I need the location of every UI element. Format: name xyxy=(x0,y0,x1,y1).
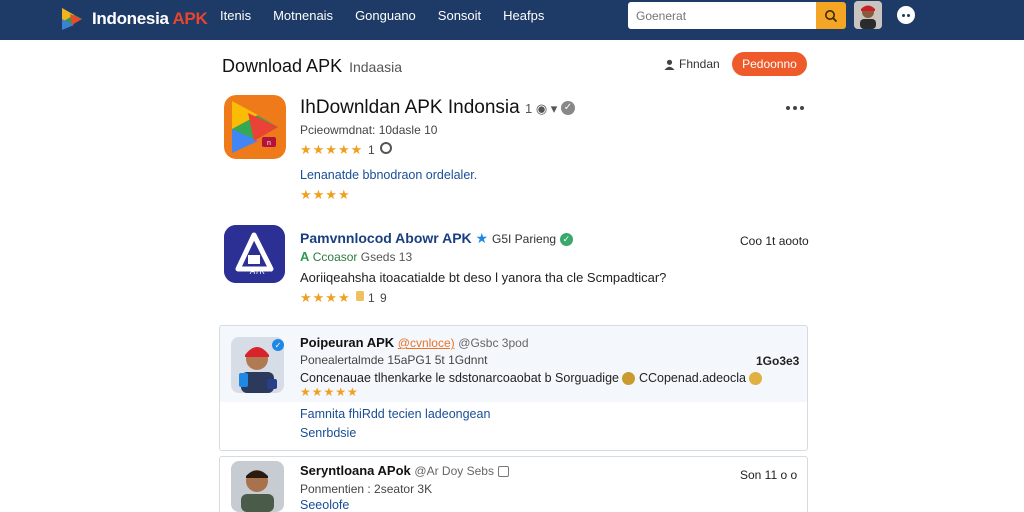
review1-link-2[interactable]: Senrbdsie xyxy=(300,426,356,440)
brand-suffix: APK xyxy=(172,9,208,28)
user-link-label: Fhndan xyxy=(679,57,720,71)
search-icon xyxy=(825,9,838,22)
review1-text-row: Concenauae tlhenkarke le sdstonarcoaobat… xyxy=(300,371,763,386)
emoji-icon xyxy=(622,372,636,386)
review1-header: Poipeuran APK @cvnloce) @Gsbc 3pod xyxy=(300,335,529,350)
app2-title-tail: G5I Parieng xyxy=(492,232,557,246)
app2-tag: A Ccoasor Gseds 13 xyxy=(300,249,412,264)
app1-link[interactable]: Lenanatde bbnodraon ordelaler. xyxy=(300,168,477,182)
search-button[interactable] xyxy=(816,2,846,29)
top-navbar: Indonesia APK Itenis Motnenais Gonguano … xyxy=(0,0,1024,40)
user-icon xyxy=(664,59,675,70)
review2-meta: Ponmentien : 2seator 3K xyxy=(300,482,433,496)
nav-item-5[interactable]: Heafps xyxy=(503,8,544,24)
bookmark-icon[interactable] xyxy=(497,466,509,478)
brand[interactable]: Indonesia APK xyxy=(58,4,208,34)
review2-name[interactable]: Seryntloana APok xyxy=(300,463,411,478)
app1-icon[interactable]: n xyxy=(224,95,286,159)
review1-meta: Ponealertalmde 15aPG1 5t 1Gdnnt xyxy=(300,353,488,367)
app2-tag-label: A xyxy=(300,249,310,264)
brand-logo-icon xyxy=(58,5,86,33)
review1-text-tail: CCopenad.adeocla xyxy=(638,371,746,385)
user-link[interactable]: Fhndan xyxy=(664,57,720,71)
more-menu-icon[interactable] xyxy=(897,6,915,24)
user-avatar[interactable] xyxy=(854,1,882,29)
app2-description: Aoriiqeahsha itoacatialde bt deso l yano… xyxy=(300,270,667,285)
page-subtitle: Indaasia xyxy=(349,59,403,75)
review2-header: Seryntloana APok @Ar Doy Sebs xyxy=(300,463,509,478)
primary-action-button[interactable]: Pedoonno xyxy=(732,52,807,76)
nav-item-2[interactable]: Motnenais xyxy=(273,8,333,24)
review2-link[interactable]: Seeolofe xyxy=(300,498,349,512)
verified-icon: ✓ xyxy=(559,232,573,246)
emoji-icon xyxy=(749,372,763,386)
nav-item-1[interactable]: Itenis xyxy=(220,8,251,24)
app1-stars-secondary: ★★★★ xyxy=(300,187,351,202)
review1-handle-tail: @Gsbc 3pod xyxy=(458,336,529,350)
page-title: Download APK Indaasia xyxy=(222,56,403,76)
app1-title[interactable]: IhDownldan APK Indonsia 1 ◉ ▾ ✓ xyxy=(300,97,575,119)
verified-icon: ✓ xyxy=(560,100,575,115)
app2-right-meta: Coo 1t aooto xyxy=(740,234,809,248)
search-box xyxy=(628,2,846,29)
review1-stars: ★★★★★ xyxy=(300,385,359,399)
review2-avatar[interactable] xyxy=(231,461,284,512)
nav-item-4[interactable]: Sonsoit xyxy=(438,8,481,24)
app1-meta: Pcieowmdnat: 10dasle 10 xyxy=(300,123,438,137)
app1-stars: ★★★★★ xyxy=(300,142,364,157)
app2-icon[interactable]: ATK xyxy=(224,225,285,283)
verified-badge-icon: ✓ xyxy=(272,339,284,351)
review1-handle[interactable]: @cvnloce) xyxy=(398,336,455,350)
main-nav: Itenis Motnenais Gonguano Sonsoit Heafps xyxy=(220,8,566,24)
nav-item-3[interactable]: Gonguano xyxy=(355,8,416,24)
app2-tag-tail: Gseds 13 xyxy=(360,250,413,264)
review1-name[interactable]: Poipeuran APK xyxy=(300,335,394,350)
star-icon: ★ xyxy=(475,230,489,246)
app2-half-star-icon xyxy=(356,291,364,301)
app1-clock-icon xyxy=(380,142,392,154)
more-options-icon[interactable] xyxy=(786,106,804,110)
app2-tag-text: Ccoasor xyxy=(312,250,358,264)
brand-name: Indonesia APK xyxy=(92,9,208,28)
review2-right-meta: Son 11 o o xyxy=(740,468,798,482)
app2-icon-text: ATK xyxy=(250,267,265,276)
app2-rating-secondary: 9 xyxy=(380,291,387,305)
review1-right-value: 1Go3e3 xyxy=(756,354,800,368)
review1-link-1[interactable]: Famnita fhiRdd tecien ladeongean xyxy=(300,407,490,421)
app2-stars: ★★★★ xyxy=(300,290,351,305)
app2-rating: 1 xyxy=(368,291,375,305)
info-icon: 1 ◉ ▾ xyxy=(525,101,561,116)
review2-handle-tail: @Ar Doy Sebs xyxy=(414,464,494,478)
review1-text: Concenauae tlhenkarke le sdstonarcoaobat… xyxy=(300,371,619,385)
search-input[interactable] xyxy=(628,2,816,29)
svg-text:n: n xyxy=(267,140,271,147)
app1-rating-count: 1 xyxy=(368,143,375,157)
app2-title[interactable]: Pamvnnlocod Abowr APK ★ G5I Parieng ✓ xyxy=(300,230,573,247)
